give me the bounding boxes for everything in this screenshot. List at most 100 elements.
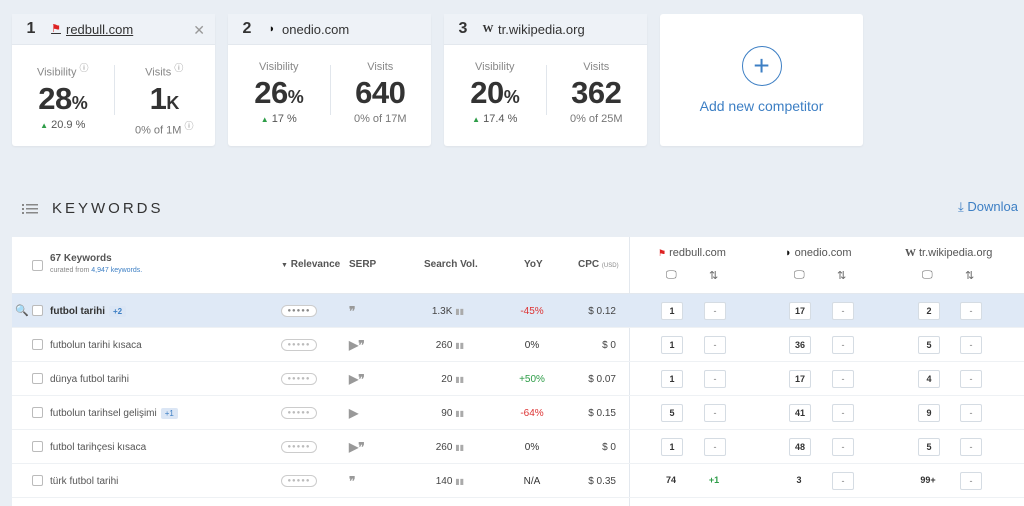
row-checkbox[interactable] (32, 339, 43, 350)
desktop-icon[interactable]: 🖵 (794, 269, 805, 282)
rank-change: - (704, 404, 726, 422)
row-checkbox[interactable] (32, 441, 43, 452)
plus-icon[interactable]: + (741, 46, 782, 86)
serp-features: ▶ (349, 406, 358, 420)
sort-updown-icon[interactable]: ⇅ (837, 269, 846, 282)
bar-chart-icon[interactable]: ▮▮ (455, 477, 464, 486)
rank-position: 2 (918, 302, 940, 320)
keyword-text[interactable]: türk futbol tarihi (50, 476, 118, 487)
relevance-header[interactable]: ▼ Relevance (281, 259, 340, 270)
rank-change: - (960, 370, 982, 388)
desktop-icon[interactable]: 🖵 (666, 269, 677, 282)
rank-change: - (960, 438, 982, 456)
competitor-domain[interactable]: tr.wikipedia.org (498, 22, 585, 37)
quote-icon: ❞ (358, 440, 365, 454)
rank-position: 5 (918, 336, 940, 354)
keyword-text[interactable]: futbolun tarihi kısaca (50, 340, 142, 351)
keyword-cell[interactable]: futbolun tarihsel gelişimi +1 (50, 408, 178, 419)
search-vol-header[interactable]: Search Vol. (424, 259, 478, 270)
keyword-tag[interactable]: +2 (109, 306, 127, 317)
keyword-cell[interactable]: futbol tarihi +2 (50, 306, 127, 317)
cpc-unit: (USD) (601, 263, 619, 269)
keyword-tag[interactable]: +1 (160, 408, 178, 419)
row-checkbox[interactable] (32, 305, 43, 316)
rank-position: 99+ (920, 475, 936, 485)
visits-value: 1 (149, 80, 167, 116)
cpc-header[interactable]: CPC (USD) (578, 259, 619, 270)
serp-features: ▶❞ (349, 338, 365, 352)
keyword-text[interactable]: futbolun tarihsel gelişimi (50, 408, 157, 419)
serp-features: ▶❞ (349, 372, 365, 386)
table-row[interactable]: dünya futbol tarihi ●●●●● ▶❞ 20 ▮▮ +50% $ 0.0… (12, 362, 1024, 396)
curated-text: curated from (50, 267, 90, 274)
add-competitor-label[interactable]: Add new competitor (700, 98, 824, 114)
bar-chart-icon[interactable]: ▮▮ (455, 409, 464, 418)
rank-change: - (960, 302, 982, 320)
competitor-domain-link[interactable]: ⚑ redbull.com (50, 22, 133, 37)
table-row[interactable]: türk futbol tarihi ●●●●● ❞ 140 ▮▮ N/A $ 0.35 7… (12, 464, 1024, 498)
competitor-domain-link[interactable]: W tr.wikipedia.org (482, 22, 585, 37)
visits-label: Visits (145, 66, 172, 79)
table-row[interactable]: 🔍 futbol tarihi +2 ●●●●● ❞ 1.3K ▮▮ -45% $ 0.12 1… (12, 294, 1024, 328)
keyword-text[interactable]: futbol tarihi (50, 306, 105, 317)
table-row[interactable]: futbolun tarihsel gelişimi +1 ●●●●● ▶ 90 ▮▮ -… (12, 396, 1024, 430)
add-competitor-button[interactable]: + Add new competitor (660, 14, 863, 146)
download-button[interactable]: ⤓ Downloa (958, 199, 1018, 215)
row-checkbox[interactable] (32, 407, 43, 418)
serp-header[interactable]: SERP (349, 259, 376, 270)
row-checkbox[interactable] (32, 373, 43, 384)
sort-updown-icon[interactable]: ⇅ (709, 269, 718, 282)
info-icon[interactable]: ⓘ (174, 63, 183, 73)
competitor-card-1: 1 ⚑ redbull.com ✕ Visibility ⓘ 28% ▲ 20.… (12, 14, 215, 146)
select-all-checkbox[interactable] (32, 260, 43, 271)
relevance-label[interactable]: Relevance (291, 259, 340, 270)
curated-link[interactable]: 4,947 keywords. (91, 267, 142, 274)
visits-sub: 0% of 1M (134, 124, 182, 137)
bar-chart-icon[interactable]: ▮▮ (455, 375, 464, 384)
search-volume-value: 140 (435, 476, 453, 487)
rank-change: - (832, 438, 854, 456)
close-icon[interactable]: ✕ (193, 22, 205, 39)
table-row[interactable]: futbolun tarihi kısaca ●●●●● ▶❞ 260 ▮▮ 0% $ 0… (12, 328, 1024, 362)
competitor-rank: 1 (26, 20, 36, 37)
bar-chart-icon[interactable]: ▮▮ (455, 307, 464, 316)
video-icon: ▶ (349, 338, 359, 352)
keyword-cell[interactable]: futbolun tarihi kısaca (50, 340, 142, 351)
cpc-value: $ 0.15 (588, 408, 616, 419)
cpc-label[interactable]: CPC (578, 259, 599, 270)
table-row[interactable]: futbol tarihçesi kısaca ●●●●● ▶❞ 260 ▮▮ 0% $ … (12, 430, 1024, 464)
keyword-cell[interactable]: futbol tarihçesi kısaca (50, 442, 146, 453)
bar-chart-icon[interactable]: ▮▮ (455, 341, 464, 350)
search-volume: 90 ▮▮ (441, 408, 464, 419)
download-label[interactable]: Downloa (967, 199, 1018, 214)
onedio-favicon-icon: ◗ (785, 247, 792, 259)
competitor-domain-link[interactable]: ◗ onedio.com (266, 22, 350, 37)
sort-updown-icon[interactable]: ⇅ (965, 269, 974, 282)
keyword-cell[interactable]: türk futbol tarihi (50, 476, 118, 487)
search-icon[interactable]: 🔍 (15, 304, 29, 317)
quote-icon: ❞ (358, 372, 365, 386)
sort-down-icon: ▼ (281, 262, 288, 269)
row-checkbox[interactable] (32, 475, 43, 486)
keyword-cell[interactable]: dünya futbol tarihi (50, 374, 129, 385)
cpc-value: $ 0 (602, 442, 616, 453)
relevance-indicator: ●●●●● (281, 373, 317, 385)
visits-stat: Visits ⓘ 1K 0% of 1M ⓘ (114, 45, 216, 147)
bar-chart-icon[interactable]: ▮▮ (455, 443, 464, 452)
video-icon: ▶ (349, 372, 359, 386)
rank-change: +1 (708, 475, 720, 485)
rank-change: - (832, 302, 854, 320)
desktop-icon[interactable]: 🖵 (922, 269, 933, 282)
visibility-change: 17 % (271, 113, 297, 125)
competitor-domain[interactable]: redbull.com (66, 22, 133, 37)
competitor-domain[interactable]: onedio.com (282, 22, 349, 37)
keyword-text[interactable]: futbol tarihçesi kısaca (50, 442, 146, 453)
cpc-value: $ 0.12 (588, 306, 616, 317)
yoy-value: 0% (524, 340, 540, 351)
yoy-header[interactable]: YoY (524, 259, 543, 270)
keyword-text[interactable]: dünya futbol tarihi (50, 374, 129, 385)
visits-unit: K (166, 92, 179, 113)
info-icon[interactable]: ⓘ (185, 121, 194, 131)
info-icon[interactable]: ⓘ (80, 63, 89, 73)
visibility-label: Visibility (36, 66, 77, 79)
